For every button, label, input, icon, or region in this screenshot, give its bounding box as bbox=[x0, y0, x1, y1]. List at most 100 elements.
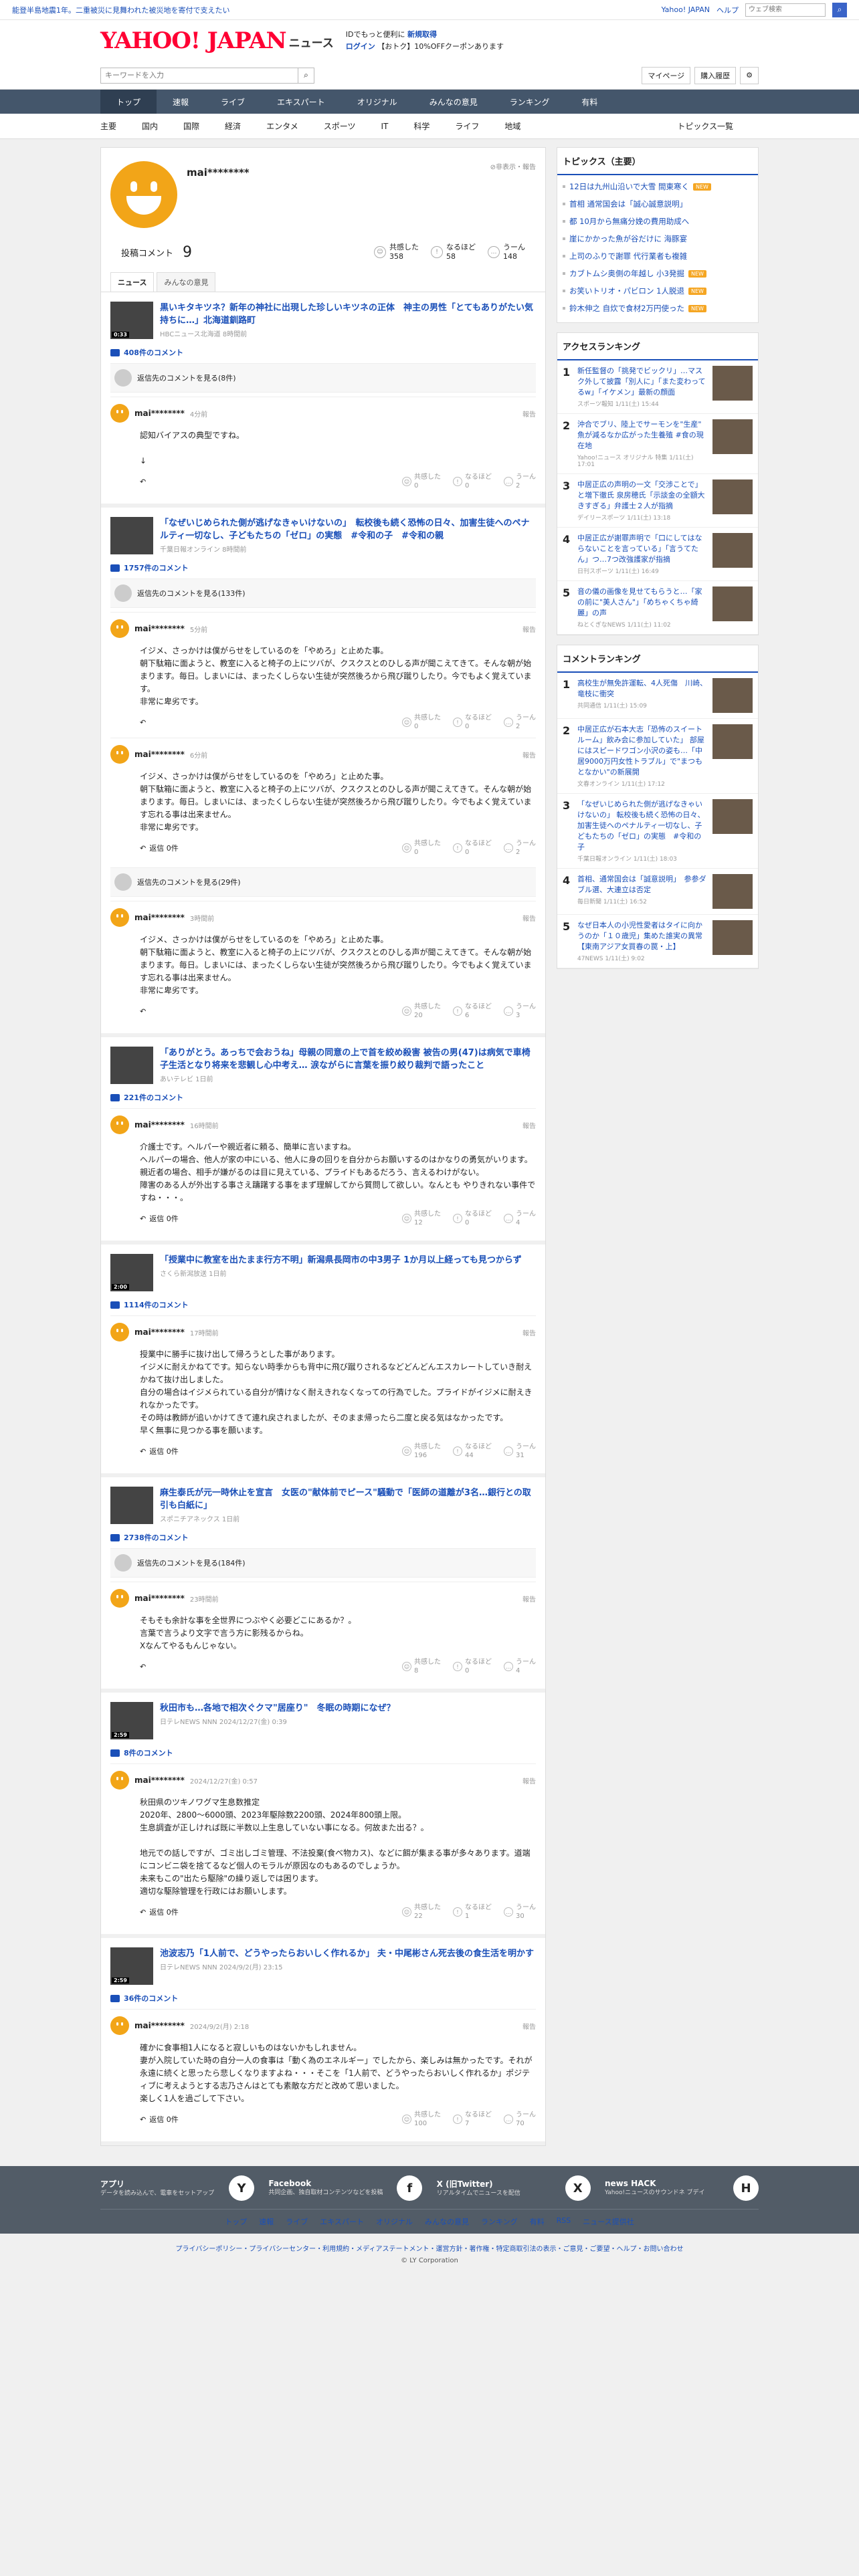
topic-item[interactable]: 都 10月から無痛分娩の費用助成へ bbox=[557, 213, 758, 230]
footer-promo[interactable]: アプリ データを読み込んで、電車をセットアップ Y bbox=[100, 2175, 254, 2201]
footer-promo[interactable]: Facebook 共同企画、独自取材コンテンツなどを投稿 f bbox=[268, 2175, 423, 2201]
parent-comment-link[interactable]: 返信先のコメントを見る(184件) bbox=[110, 1548, 536, 1578]
footer-link[interactable]: 有料 bbox=[530, 2216, 545, 2227]
article-title[interactable]: 「ありがとう。あっちで会おうね」母親の同意の上で首を絞め殺害 被告の男(47)は… bbox=[160, 1047, 536, 1072]
reaction-empathy-button[interactable]: ☺ 共感した 0 bbox=[402, 839, 441, 857]
article-title[interactable]: 秋田市も…各地で相次ぐクマ"居座り" 冬眠の時期になぜ？ bbox=[160, 1702, 395, 1715]
register-link[interactable]: 新規取得 bbox=[407, 30, 437, 39]
cat-entertainment[interactable]: エンタメ bbox=[266, 120, 298, 132]
reply-button[interactable]: ↶ bbox=[140, 477, 149, 486]
report-link[interactable]: 報告 bbox=[522, 1594, 536, 1604]
comment-user[interactable]: mai******** bbox=[134, 913, 185, 922]
comment-count-link[interactable]: 1757件のコメント bbox=[110, 562, 536, 573]
ranking-title[interactable]: 沖合でブリ、陸上でサーモンを"生産" 魚が減るなか広がった生養殖 #食の現在地 bbox=[577, 419, 707, 451]
reaction-hmm-button[interactable]: … うーん 2 bbox=[504, 714, 536, 731]
reply-button[interactable]: ↶ 返信 0件 bbox=[140, 843, 179, 853]
article-thumbnail[interactable] bbox=[110, 1047, 153, 1084]
ranking-title[interactable]: 中居正広が石本大志「恐怖のスイートルーム」飲み会に参加していた」 部屋にはスピー… bbox=[577, 724, 707, 778]
footer-link[interactable]: オリジナル bbox=[376, 2216, 413, 2227]
gnav-paid[interactable]: 有料 bbox=[565, 90, 613, 114]
gnav-top[interactable]: トップ bbox=[100, 90, 157, 114]
report-link[interactable]: 報告 bbox=[522, 1776, 536, 1786]
reaction-insight-button[interactable]: ! なるほど 6 bbox=[453, 1002, 492, 1020]
ranking-item[interactable]: 5 なぜ日本人の小児性愛者はタイに向かうのか「１０歳児」集めた誰実の異常【東南アジ… bbox=[557, 915, 758, 968]
ranking-thumbnail[interactable] bbox=[712, 678, 753, 713]
yahoo-news-logo[interactable]: YAHOO! JAPAN ニュース bbox=[100, 27, 334, 54]
avatar[interactable] bbox=[110, 1323, 129, 1341]
reaction-hmm-button[interactable]: … うーん 70 bbox=[504, 2111, 536, 2128]
topic-item[interactable]: 12日は九州山沿いで大雪 間東寒く NEW bbox=[557, 178, 758, 195]
ranking-thumbnail[interactable] bbox=[712, 533, 753, 568]
reaction-insight-button[interactable]: ! なるほど 7 bbox=[453, 2111, 492, 2128]
reaction-insight-button[interactable]: ! なるほど 0 bbox=[453, 714, 492, 731]
comment-count-link[interactable]: 2738件のコメント bbox=[110, 1532, 536, 1543]
mypage-button[interactable]: マイページ bbox=[642, 66, 691, 84]
purchase-history-button[interactable]: 購入履歴 bbox=[694, 66, 737, 84]
footer-promo[interactable]: X (旧Twitter) リアルタイムでニュースを配信 X bbox=[437, 2175, 591, 2201]
reaction-insight-button[interactable]: ! なるほど 0 bbox=[453, 1658, 492, 1675]
comment-user[interactable]: mai******** bbox=[134, 1776, 185, 1785]
reply-button[interactable]: ↶ bbox=[140, 1007, 149, 1016]
footer-link[interactable]: ライブ bbox=[286, 2216, 308, 2227]
keyword-input[interactable] bbox=[101, 68, 298, 83]
gnav-expert[interactable]: エキスパート bbox=[261, 90, 341, 114]
reaction-hmm-button[interactable]: … うーん 2 bbox=[504, 473, 536, 490]
reply-button[interactable]: ↶ 返信 0件 bbox=[140, 1446, 179, 1457]
ranking-thumbnail[interactable] bbox=[712, 479, 753, 514]
web-search-input[interactable] bbox=[745, 3, 826, 17]
footer-link[interactable]: 速報 bbox=[259, 2216, 274, 2227]
reply-button[interactable]: ↶ 返信 0件 bbox=[140, 1213, 179, 1224]
footer-link[interactable]: トップ bbox=[225, 2216, 247, 2227]
avatar[interactable] bbox=[110, 745, 129, 764]
footer-policy-links[interactable]: プライバシーポリシー・プライバシーセンター・利用規約・メディアステートメント・運… bbox=[0, 2234, 859, 2257]
reaction-hmm-button[interactable]: … うーん 3 bbox=[504, 1002, 536, 1020]
ranking-item[interactable]: 2 沖合でブリ、陸上でサーモンを"生産" 魚が減るなか広がった生養殖 #食の現在地… bbox=[557, 414, 758, 474]
avatar[interactable] bbox=[110, 1115, 129, 1134]
cat-main[interactable]: 主要 bbox=[100, 120, 116, 132]
reaction-empathy-button[interactable]: ☺ 共感した 100 bbox=[402, 2111, 441, 2128]
topic-item[interactable]: 上司のふりで謝罪 代行業者も複雑 bbox=[557, 247, 758, 265]
notice-link[interactable]: 能登半島地震1年。二重被災に見舞われた被災地を寄付で支えたい bbox=[12, 5, 229, 15]
ranking-thumbnail[interactable] bbox=[712, 366, 753, 401]
article-thumbnail[interactable]: 2:59 bbox=[110, 1702, 153, 1739]
gnav-breaking[interactable]: 速報 bbox=[157, 90, 205, 114]
reaction-empathy-button[interactable]: ☺ 共感した 0 bbox=[402, 473, 441, 490]
cat-domestic[interactable]: 国内 bbox=[142, 120, 158, 132]
ranking-thumbnail[interactable] bbox=[712, 920, 753, 955]
reaction-empathy-button[interactable]: ☺ 共感した 22 bbox=[402, 1903, 441, 1921]
gnav-original[interactable]: オリジナル bbox=[341, 90, 413, 114]
reply-button[interactable]: ↶ bbox=[140, 1662, 149, 1671]
ranking-item[interactable]: 4 中居正広が謝罪声明で「口にしてはならないことを言っている」「言うてたん」つ…7… bbox=[557, 528, 758, 581]
footer-link[interactable]: ニュース提供社 bbox=[583, 2216, 634, 2227]
reaction-empathy-button[interactable]: ☺ 共感した 196 bbox=[402, 1442, 441, 1460]
tab-news[interactable]: ニュース bbox=[110, 272, 155, 292]
footer-link[interactable]: RSS bbox=[557, 2216, 571, 2227]
cat-sports[interactable]: スポーツ bbox=[324, 120, 356, 132]
reaction-empathy-button[interactable]: ☺ 共感した 20 bbox=[402, 1002, 441, 1020]
comment-user[interactable]: mai******** bbox=[134, 624, 185, 633]
footer-link[interactable]: エキスパート bbox=[320, 2216, 364, 2227]
reaction-hmm-button[interactable]: … うーん 30 bbox=[504, 1903, 536, 1921]
ranking-thumbnail[interactable] bbox=[712, 586, 753, 621]
topic-item[interactable]: カブトムシ奥側の年越し 小3発掘 NEW bbox=[557, 265, 758, 282]
comment-user[interactable]: mai******** bbox=[134, 2021, 185, 2030]
gnav-live[interactable]: ライブ bbox=[205, 90, 261, 114]
reaction-hmm-button[interactable]: … うーん 31 bbox=[504, 1442, 536, 1460]
reply-button[interactable]: ↶ 返信 0件 bbox=[140, 2114, 179, 2125]
reaction-empathy-button[interactable]: ☺ 共感した 12 bbox=[402, 1210, 441, 1227]
ranking-item[interactable]: 1 高校生が無免許運転、4人死傷 川崎、竜枝に衝突 共同通信 1/11(土) 15:… bbox=[557, 673, 758, 719]
ranking-item[interactable]: 2 中居正広が石本大志「恐怖のスイートルーム」飲み会に参加していた」 部屋にはスピ… bbox=[557, 719, 758, 794]
footer-link[interactable]: ランキング bbox=[481, 2216, 518, 2227]
ranking-title[interactable]: 中居正広が謝罪声明で「口にしてはならないことを言っている」「言うてたん」つ…7つ… bbox=[577, 533, 707, 565]
reaction-hmm-button[interactable]: … うーん 4 bbox=[504, 1210, 536, 1227]
web-search-button[interactable]: ⌕ bbox=[832, 2, 847, 17]
cat-science[interactable]: 科学 bbox=[413, 120, 430, 132]
ranking-title[interactable]: 「なぜいじめられた側が逃げなきゃいけないの」 転校後も続く恐怖の日々、加害生徒へ… bbox=[577, 799, 707, 853]
parent-comment-link[interactable]: 返信先のコメントを見る(8件) bbox=[110, 363, 536, 393]
gnav-opinion[interactable]: みんなの意見 bbox=[413, 90, 494, 114]
article-thumbnail[interactable]: 0:33 bbox=[110, 302, 153, 339]
comment-user[interactable]: mai******** bbox=[134, 409, 185, 418]
footer-link[interactable]: みんなの意見 bbox=[425, 2216, 469, 2227]
article-title[interactable]: 黒いキタキツネ？新年の神社に出現した珍しいキツネの正体 神主の男性「とてもありが… bbox=[160, 302, 536, 327]
comment-user[interactable]: mai******** bbox=[134, 750, 185, 759]
